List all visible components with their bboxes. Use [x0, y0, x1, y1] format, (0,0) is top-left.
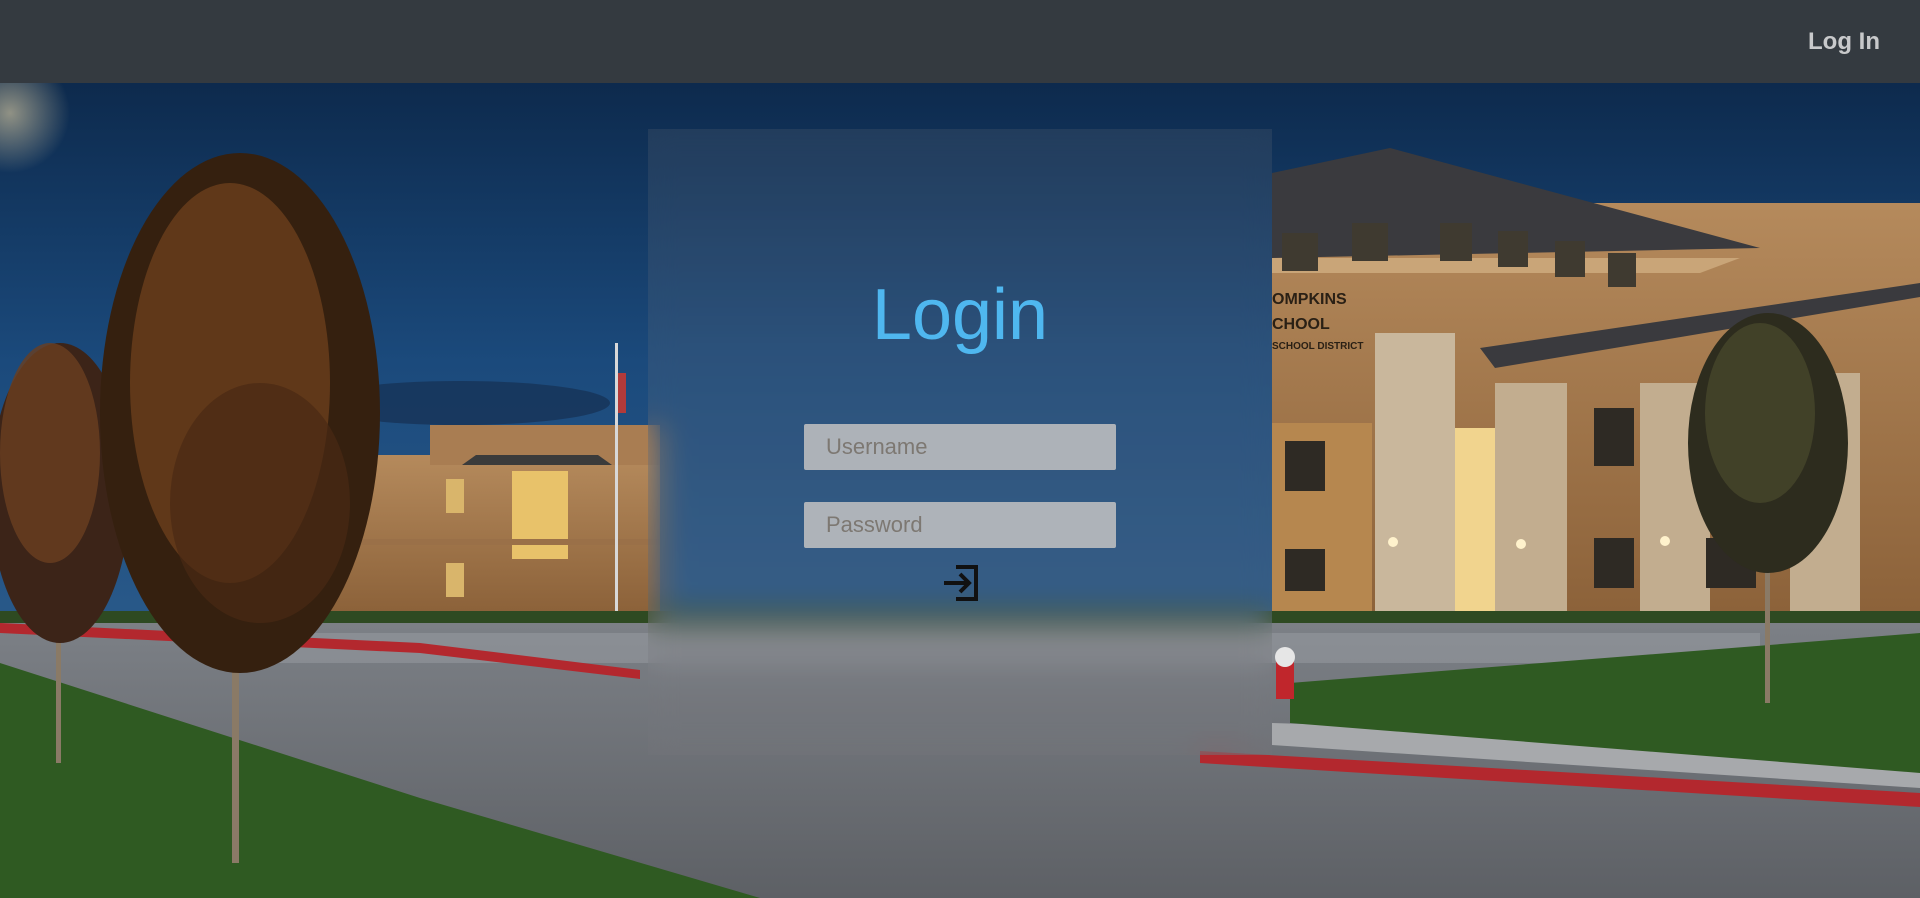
top-navbar: Log In [0, 0, 1920, 83]
svg-text:OMPKINS: OMPKINS [1272, 291, 1347, 308]
sign-in-icon [944, 565, 978, 601]
login-panel: Login [648, 129, 1272, 755]
login-submit-button[interactable] [938, 561, 982, 605]
svg-text:SCHOOL DISTRICT: SCHOOL DISTRICT [1272, 341, 1363, 352]
nav-login-link[interactable]: Log In [1808, 28, 1880, 56]
svg-text:CHOOL: CHOOL [1272, 316, 1330, 333]
username-input[interactable] [804, 424, 1116, 470]
login-title: Login [871, 275, 1049, 355]
password-input[interactable] [804, 502, 1116, 548]
